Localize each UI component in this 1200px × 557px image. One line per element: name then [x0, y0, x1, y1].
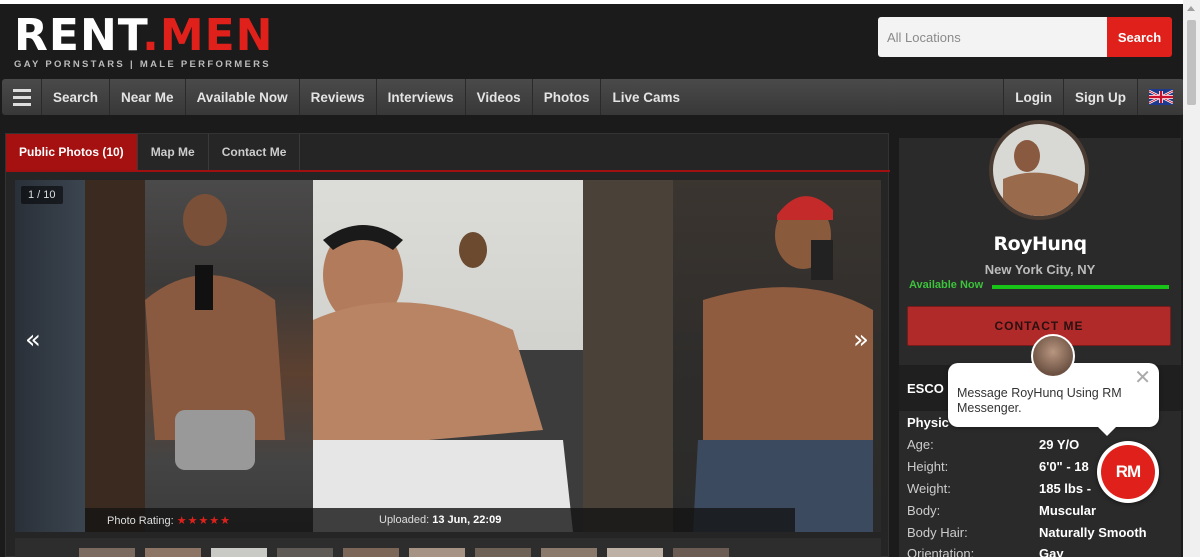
messenger-avatar: [1031, 334, 1075, 378]
close-icon[interactable]: ✕: [1134, 365, 1151, 389]
photo-thumbnail[interactable]: [409, 548, 465, 557]
attr-label-weight: Weight:: [907, 481, 951, 496]
next-photo-arrow-icon[interactable]: »: [853, 325, 869, 355]
nav-item-videos[interactable]: Videos: [466, 79, 533, 115]
attr-value-height: 6'0" - 18: [1039, 459, 1089, 474]
uk-flag-icon: [1149, 89, 1173, 105]
uploaded-label: Uploaded:: [379, 514, 430, 526]
uploaded-value: 13 Jun, 22:09: [432, 514, 502, 526]
gallery-photo[interactable]: [85, 180, 313, 532]
photo-upload-date: Uploaded: 13 Jun, 22:09: [379, 514, 501, 526]
availability-status: Available Now: [909, 279, 984, 291]
photo-figure-3: [583, 180, 873, 532]
location-search: Search: [878, 17, 1172, 57]
nav-item-near-me[interactable]: Near Me: [110, 79, 186, 115]
search-button[interactable]: Search: [1107, 17, 1172, 57]
logo-dot: .: [142, 10, 160, 61]
attr-label-age: Age:: [907, 437, 934, 452]
profile-avatar[interactable]: [989, 120, 1089, 220]
nav-item-reviews[interactable]: Reviews: [300, 79, 377, 115]
photo-figure-2: [313, 225, 583, 532]
nav-item-search[interactable]: Search: [42, 79, 111, 115]
attr-value-orientation: Gay: [1039, 546, 1064, 557]
rating-stars-icon[interactable]: ★★★★★: [177, 515, 231, 527]
site-logo[interactable]: RENT.MEN GAY PORNSTARS | MALE PERFORMERS: [14, 14, 273, 71]
previous-photo-arrow-icon[interactable]: «: [25, 325, 41, 355]
scroll-up-icon[interactable]: [1187, 6, 1195, 11]
photo-thumbnail[interactable]: [145, 548, 201, 557]
gallery-photo[interactable]: [313, 180, 583, 532]
page: RENT.MEN GAY PORNSTARS | MALE PERFORMERS…: [0, 0, 1200, 557]
profile-name: RoyHunq: [993, 233, 1087, 255]
nav-item-photos[interactable]: Photos: [533, 79, 602, 115]
logo-rent: RENT: [14, 10, 143, 61]
photo-thumbnail[interactable]: [343, 548, 399, 557]
attr-value-age: 29 Y/O: [1039, 437, 1080, 452]
scrollbar-thumb[interactable]: [1187, 20, 1196, 105]
photo-thumbnail[interactable]: [673, 548, 729, 557]
photo-thumbnail[interactable]: [79, 548, 135, 557]
profile-location: New York City, NY: [984, 262, 1096, 277]
hamburger-menu-icon[interactable]: [2, 79, 42, 115]
tab-contact-me[interactable]: Contact Me: [208, 134, 301, 170]
messenger-message: Message RoyHunq Using RM Messenger.: [957, 386, 1122, 415]
photo-thumbnail[interactable]: [541, 548, 597, 557]
photo-rating-label: Photo Rating:: [107, 514, 174, 527]
page-scrollbar[interactable]: [1183, 0, 1200, 557]
attr-label-body: Body:: [907, 503, 941, 518]
nav-item-live-cams[interactable]: Live Cams: [601, 79, 691, 115]
rm-chat-icon: RM: [1101, 445, 1155, 499]
attr-value-body-hair: Naturally Smooth: [1039, 525, 1147, 540]
main-nav: Search Near Me Available Now Reviews Int…: [2, 79, 1184, 115]
photo-figure-1: [85, 180, 285, 532]
profile-tabs: Public Photos (10) Map Me Contact Me: [6, 134, 890, 172]
logo-tagline: GAY PORNSTARS | MALE PERFORMERS: [14, 59, 271, 70]
photo-rating: Photo Rating: ★★★★★: [107, 514, 231, 527]
photo-caption-bar: Photo Rating: ★★★★★ Uploaded: 13 Jun, 22…: [85, 508, 795, 532]
photo-thumbnail[interactable]: [211, 548, 267, 557]
rm-messenger-button[interactable]: RM: [1097, 441, 1159, 503]
location-search-input[interactable]: [878, 17, 1107, 57]
physical-heading: Physic: [907, 415, 949, 430]
photo-gallery[interactable]: 1 / 10 « » Photo Rating: ★★★★★ Uploaded:…: [15, 180, 881, 532]
tab-map-me[interactable]: Map Me: [137, 134, 209, 170]
top-border: [0, 0, 1200, 4]
photos-panel: Public Photos (10) Map Me Contact Me 1 /…: [5, 133, 890, 557]
popup-tail: [1097, 426, 1117, 436]
photo-thumbnail[interactable]: [277, 548, 333, 557]
avatar-figure: [993, 124, 1085, 216]
gallery-photo-edge: [15, 180, 85, 532]
thumbnail-strip: [15, 538, 881, 557]
tab-public-photos[interactable]: Public Photos (10): [6, 134, 138, 170]
photo-thumbnail[interactable]: [607, 548, 663, 557]
attr-label-height: Height:: [907, 459, 949, 474]
language-selector[interactable]: [1137, 79, 1184, 115]
logo-men: MEN: [159, 10, 274, 61]
photo-counter: 1 / 10: [21, 186, 63, 204]
attr-value-body: Muscular: [1039, 503, 1097, 518]
photo-thumbnail[interactable]: [475, 548, 531, 557]
login-link[interactable]: Login: [1003, 79, 1063, 115]
attr-label-orientation: Orientation:: [907, 546, 975, 557]
nav-item-available-now[interactable]: Available Now: [186, 79, 300, 115]
section-heading: ESCO: [907, 381, 944, 396]
attr-value-weight: 185 lbs -: [1039, 481, 1092, 496]
attr-label-body-hair: Body Hair:: [907, 525, 968, 540]
signup-link[interactable]: Sign Up: [1063, 79, 1137, 115]
gallery-photo[interactable]: [583, 180, 881, 532]
nav-item-interviews[interactable]: Interviews: [377, 79, 466, 115]
availability-bar: [992, 285, 1169, 289]
